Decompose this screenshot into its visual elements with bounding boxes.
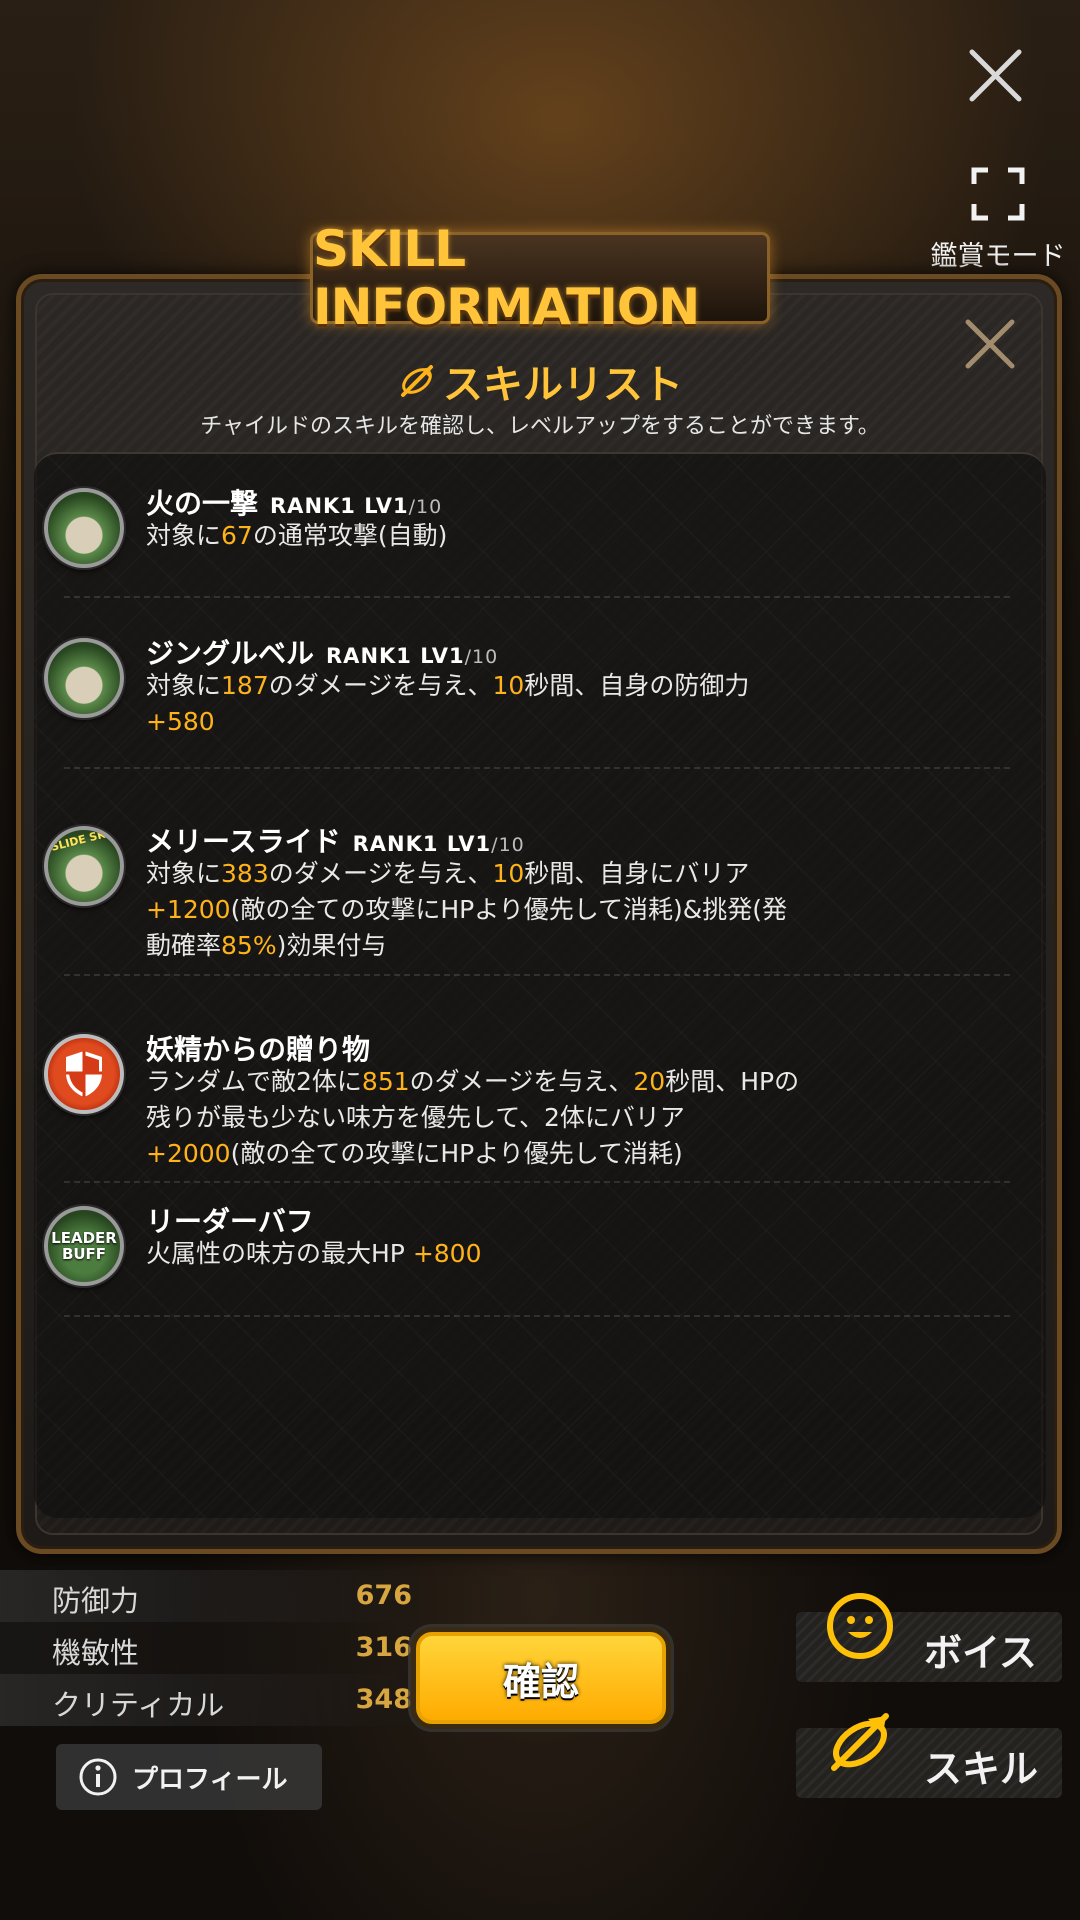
description-text: 秒間、自身の防御力 [524,671,750,700]
skill-level: LV1 [420,644,465,668]
fullscreen-icon [971,167,1025,221]
leader-badge-line2: BUFF [61,1245,107,1263]
skill-level: LV1 [446,832,492,856]
confirm-button[interactable]: 確認 [416,1632,666,1724]
description-text: 残りが最も少ない味方を優先して、2体にバリア [146,1103,685,1132]
highlight-value: 10 [492,859,525,888]
leader-buff-badge: LEADER BUFF [51,1230,117,1262]
highlight-value: 851 [361,1067,410,1096]
highlight-value: 85% [221,931,277,960]
highlight-value: 10 [492,671,525,700]
skill-rank: RANK1 [326,644,412,668]
view-mode-button[interactable]: 鑑賞モード [928,160,1068,272]
skill-1-icon [44,488,124,568]
description-text: のダメージを与え、 [268,671,493,700]
description-text: 対象に [146,859,222,888]
shield-icon [66,1051,102,1097]
skill-name-text: 火の一撃 [146,487,259,520]
stat-value: 676 [355,1580,412,1611]
highlight-value: +1200 [146,895,231,924]
skill-name: ジングルベル RANK1 LV1/10 [146,632,498,672]
skill-description: ランダムで敵2体に851のダメージを与え、20秒間、HPの残りが最も少ない味方を… [146,1064,866,1172]
skill-button-label: スキル [924,1747,1039,1791]
skill-3-icon: SLIDE SKILL [44,826,124,906]
leader-badge-line1: LEADER [51,1229,117,1247]
description-text: のダメージを与え、 [268,859,493,888]
stat-value: 316 [355,1632,412,1663]
highlight-value: +2000 [146,1139,231,1168]
skill-name-text: 妖精からの贈り物 [146,1033,371,1066]
highlight-value: 383 [221,859,269,888]
description-text: )効果付与 [276,931,387,960]
skill-level: LV1 [364,494,409,518]
view-mode-label: 鑑賞モード [930,241,1066,272]
highlight-value: 20 [633,1067,666,1096]
stat-value: 348 [355,1684,412,1715]
description-text: 秒間、HPの [665,1067,800,1096]
info-icon [79,1758,117,1796]
skill-icon [831,1713,889,1771]
skill-list-description: チャイルドのスキルを確認し、レベルアップをすることができます。 [200,414,880,439]
skill-icon [401,365,433,397]
description-text: ランダムで敵2体に [146,1067,362,1096]
divider [64,596,1010,598]
profile-button-label: プロフィール [132,1764,288,1795]
description-text: 対象に [146,671,222,700]
description-text: (敵の全ての攻撃にHPより優先して消耗)&挑発(発 [230,895,787,924]
skill-name-text: ジングルベル [146,637,315,670]
divider [64,767,1010,769]
close-icon[interactable] [958,38,1033,113]
highlight-value: 67 [221,521,253,550]
divider [64,1315,1010,1317]
description-text: の通常攻撃(自動) [252,521,448,550]
divider [64,1181,1010,1183]
skill-rank: RANK1 [270,494,356,518]
skill-name: リーダーバフ [146,1200,314,1240]
banner-title: SKILL INFORMATION [313,220,700,336]
description-text: のダメージを与え、 [409,1067,634,1096]
skill-list-title: スキルリスト [0,352,1080,410]
leader-buff-icon: LEADER BUFF [44,1206,124,1286]
stat-row-defense: 防御力 676 [0,1570,420,1622]
skill-description: 火属性の味方の最大HP +800 [146,1236,866,1272]
skill-list-panel[interactable] [34,452,1046,1518]
profile-button[interactable]: プロフィール [56,1744,322,1810]
description-text: 対象に [146,521,222,550]
skill-description: 対象に67の通常攻撃(自動) [146,518,866,554]
skill-name: 妖精からの贈り物 [146,1028,370,1068]
description-text: (敵の全ての攻撃にHPより優先して消耗) [230,1139,683,1168]
voice-button-label: ボイス [924,1631,1037,1675]
description-text: 動確率 [146,931,222,960]
skill-name: 火の一撃 RANK1 LV1/10 [146,482,442,522]
skill-description: 対象に383のダメージを与え、10秒間、自身にバリア +1200(敵の全ての攻撃に… [146,856,866,964]
stat-row-agility: 機敏性 316 [0,1622,420,1674]
voice-button[interactable]: ボイス [796,1593,1062,1682]
skill-description: 対象に187のダメージを与え、10秒間、自身の防御力 +580 [146,668,866,740]
skill-level-max: /10 [408,496,443,518]
skill-level-max: /10 [464,646,499,668]
description-text: 秒間、自身にバリア [524,859,750,888]
skill-name: メリースライド RANK1 LV1/10 [146,820,525,860]
highlight-value: +580 [146,707,215,736]
skill-name-text: メリースライド [146,825,341,858]
stat-label: 防御力 [52,1584,140,1618]
skill-list-title-text: スキルリスト [443,362,683,408]
skill-rank: RANK1 [352,832,439,856]
stat-label: クリティカル [52,1688,225,1722]
highlight-value: 187 [221,671,269,700]
skill-level-max: /10 [491,834,525,856]
description-text: 火属性の味方の最大HP [146,1239,413,1268]
skill-4-icon [44,1034,124,1114]
divider [64,974,1010,976]
highlight-value: +800 [412,1239,482,1268]
smile-icon [827,1593,893,1659]
stat-row-critical: クリティカル 348 [0,1674,420,1726]
skill-name-text: リーダーバフ [146,1205,314,1238]
dialog-banner: SKILL INFORMATION [310,220,770,336]
stat-label: 機敏性 [52,1636,140,1670]
skill-button[interactable]: スキル [796,1713,1062,1798]
skill-2-icon [44,638,124,718]
